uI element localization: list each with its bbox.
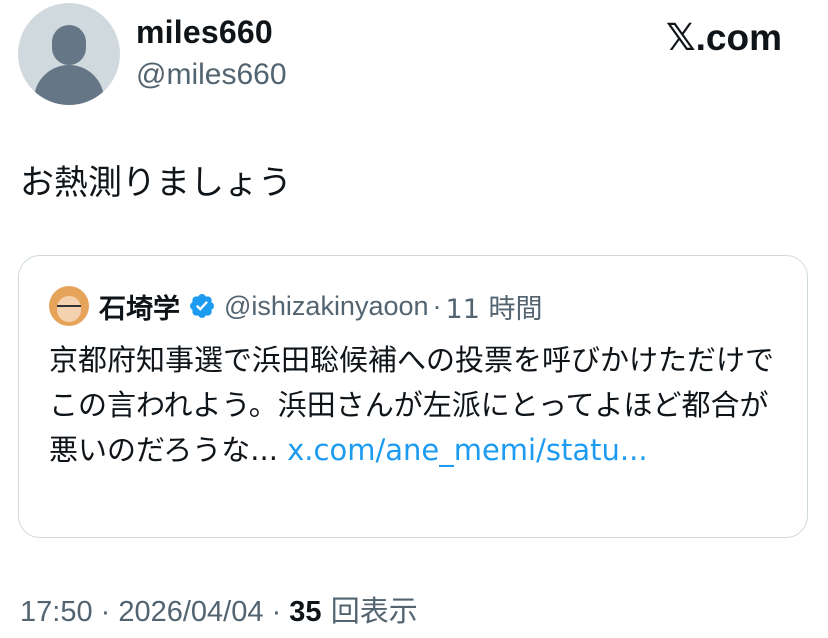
- avatar-glasses: [57, 305, 81, 313]
- tweet-text: お熱測りましょう: [20, 163, 292, 203]
- default-avatar-head: [52, 25, 86, 65]
- quote-author-name[interactable]: 石埼学: [99, 287, 180, 326]
- quoted-tweet-card[interactable]: 石埼学 @ishizakinyaoon · 11 時間 京都府知事選で浜田聡候補…: [18, 255, 808, 538]
- meta-separator: ·: [92, 596, 119, 628]
- view-count: 35: [289, 596, 322, 628]
- quote-header: 石埼学 @ishizakinyaoon · 11 時間: [99, 286, 542, 326]
- meta-separator: ·: [263, 596, 290, 628]
- author-handle[interactable]: @miles660: [136, 58, 287, 92]
- default-avatar-body: [34, 65, 104, 105]
- view-count-label: 回表示: [321, 594, 418, 628]
- author-display-name[interactable]: miles660: [136, 14, 273, 51]
- tweet-time[interactable]: 17:50: [20, 596, 93, 628]
- quote-link[interactable]: x.com/ane_memi/statu...: [287, 433, 647, 467]
- quote-author-avatar[interactable]: [49, 286, 89, 326]
- separator-dot: ·: [432, 290, 442, 321]
- tweet-meta: 17:50 · 2026/04/04 · 35 回表示: [20, 588, 418, 630]
- tweet-date[interactable]: 2026/04/04: [118, 596, 263, 628]
- quote-text: 京都府知事選で浜田聡候補への投票を呼びかけただけでこの言われよう。浜田さんが左派…: [49, 338, 784, 473]
- x-logo: 𝕏.com: [665, 17, 782, 58]
- verified-badge-icon: [190, 294, 214, 318]
- quote-timestamp[interactable]: 11 時間: [446, 287, 543, 326]
- quote-author-handle[interactable]: @ishizakinyaoon: [224, 291, 429, 322]
- author-avatar[interactable]: [18, 3, 120, 105]
